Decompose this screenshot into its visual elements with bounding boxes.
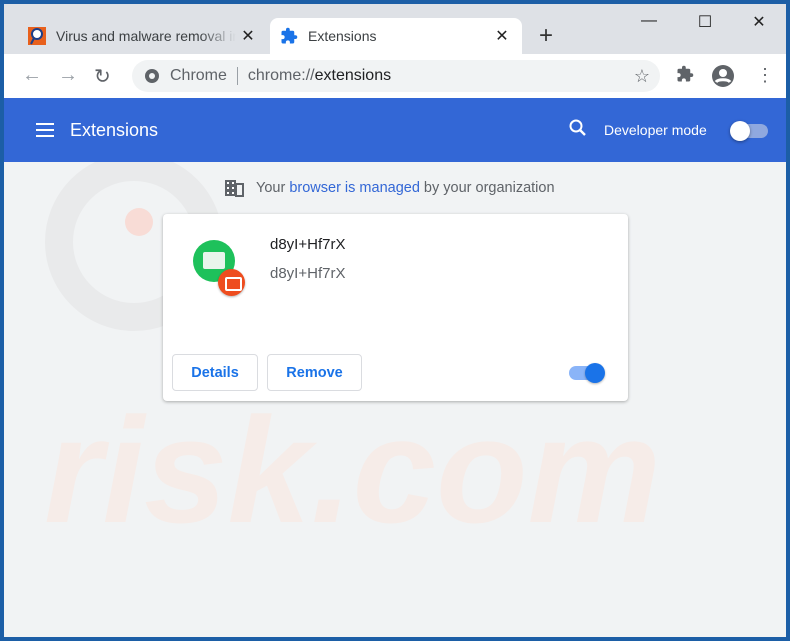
- maximize-button[interactable]: ☐: [690, 12, 720, 32]
- tab-strip: Virus and malware removal instructions ✕…: [4, 4, 786, 54]
- hamburger-menu-icon[interactable]: [36, 123, 54, 137]
- extension-enable-toggle[interactable]: [569, 363, 605, 383]
- extension-card: d8yI+Hf7rX d8yI+Hf7rX Details Remove: [163, 214, 628, 401]
- tab-title: Extensions: [308, 28, 377, 44]
- close-window-button[interactable]: ✕: [744, 12, 774, 32]
- managed-text: Your: [256, 180, 290, 196]
- managed-link[interactable]: browser is managed: [289, 180, 420, 196]
- chrome-icon: [145, 69, 159, 83]
- extensions-puzzle-icon[interactable]: [676, 65, 694, 83]
- browser-window: Virus and malware removal instructions ✕…: [4, 4, 786, 637]
- developer-mode-label: Developer mode: [604, 122, 707, 138]
- divider: [236, 67, 238, 85]
- toolbar: ← → ↻ Chrome chrome://extensions ☆ ⋮: [4, 54, 786, 98]
- pcrisk-favicon-icon: [28, 27, 46, 45]
- tab-virus-removal[interactable]: Virus and malware removal instructions ✕: [18, 18, 268, 54]
- menu-kebab-icon[interactable]: ⋮: [756, 65, 774, 86]
- back-icon[interactable]: ←: [22, 64, 42, 87]
- extension-description: d8yI+Hf7rX: [270, 265, 346, 282]
- policy-installed-badge-icon: [218, 269, 245, 296]
- building-icon: [225, 180, 244, 197]
- page-title: Extensions: [70, 120, 159, 140]
- tab-extensions[interactable]: Extensions ✕: [270, 18, 522, 54]
- forward-icon[interactable]: →: [58, 64, 78, 87]
- details-button[interactable]: Details: [172, 354, 258, 391]
- minimize-button[interactable]: —: [634, 12, 664, 30]
- managed-notice: Your browser is managed by your organiza…: [224, 179, 555, 197]
- developer-mode-toggle[interactable]: [730, 121, 768, 141]
- profile-avatar-icon[interactable]: [711, 64, 735, 88]
- address-bar[interactable]: Chrome chrome://extensions ☆: [132, 60, 660, 92]
- svg-text:risk.com: risk.com: [44, 386, 661, 554]
- remove-button[interactable]: Remove: [267, 354, 362, 391]
- puzzle-icon: [281, 27, 298, 44]
- tab-title: Virus and malware removal instructions: [56, 28, 236, 44]
- close-tab-icon[interactable]: ✕: [236, 26, 260, 46]
- site-label: Chrome: [170, 67, 227, 84]
- managed-text: by your organization: [419, 180, 555, 196]
- new-tab-button[interactable]: +: [539, 22, 553, 50]
- bookmark-star-icon[interactable]: ☆: [634, 66, 650, 87]
- extension-name: d8yI+Hf7rX: [270, 236, 346, 253]
- extensions-header: Extensions Developer mode: [4, 98, 786, 162]
- search-icon[interactable]: [568, 118, 588, 138]
- close-tab-icon[interactable]: ✕: [490, 26, 514, 46]
- url-text: chrome://extensions: [247, 67, 392, 84]
- reload-icon[interactable]: ↻: [94, 64, 111, 89]
